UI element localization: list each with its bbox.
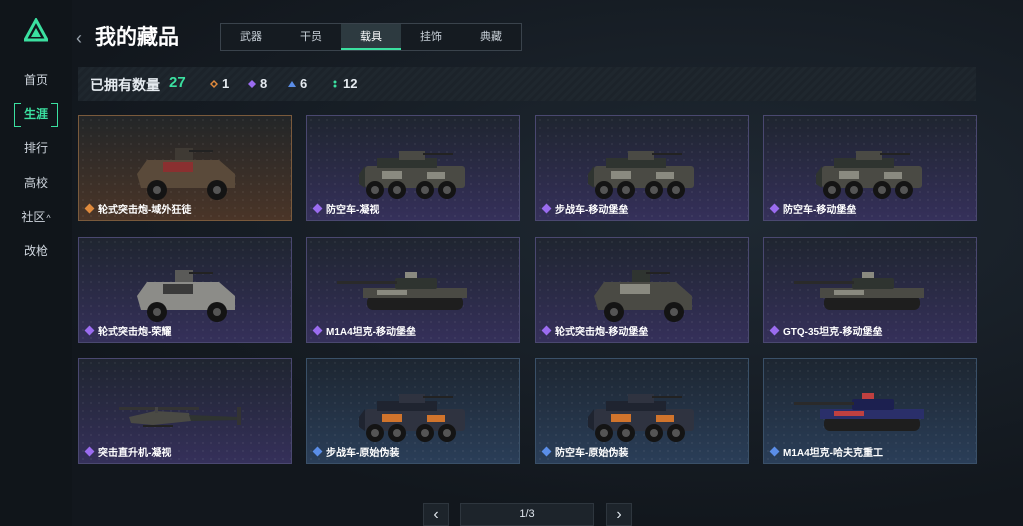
card-name-text: M1A4坦克-哈夫克重工 xyxy=(783,448,884,459)
card-name-text: 防空车-凝视 xyxy=(326,205,380,216)
logo-icon xyxy=(24,18,48,42)
card-name-text: 步战车-原始伪装 xyxy=(326,448,400,459)
card-name-text: 轮式突击炮-荣耀 xyxy=(98,327,172,338)
collection-card[interactable]: 轮式突击炮-移动堡垒 xyxy=(535,237,749,343)
tab-operators[interactable]: 干员 xyxy=(281,24,341,50)
collection-card[interactable]: GTQ-35坦克-移动堡垒 xyxy=(763,237,977,343)
card-name: 步战车-原始伪装 xyxy=(312,444,400,459)
card-name: 突击直升机-凝视 xyxy=(84,444,172,459)
collection-card[interactable]: 突击直升机-凝视 xyxy=(78,358,292,464)
card-name-text: GTQ-35坦克-移动堡垒 xyxy=(783,327,883,338)
blue-gem-icon xyxy=(312,446,323,457)
orange-gem-icon xyxy=(84,203,95,214)
card-name: GTQ-35坦克-移动堡垒 xyxy=(769,323,883,338)
rarity-purple-count: 8 xyxy=(248,76,267,91)
sidebar-item-home[interactable]: 首页 xyxy=(14,69,58,91)
card-name-text: 步战车-移动堡垒 xyxy=(555,205,629,216)
sidebar-item-label: 社区 xyxy=(21,210,46,224)
card-name: M1A4坦克-移动堡垒 xyxy=(312,323,417,338)
sidebar: 首页 生涯 排行 高校 社区^ 改枪 xyxy=(0,0,72,526)
purple-gem-icon xyxy=(84,446,95,457)
owned-count: 27 xyxy=(169,74,186,91)
rarity-count-text: 12 xyxy=(343,76,358,91)
collection-card[interactable]: 步战车-移动堡垒 xyxy=(535,115,749,221)
card-name: 轮式突击炮-域外狂徒 xyxy=(84,201,192,216)
collection-card[interactable]: M1A4坦克-哈夫克重工 xyxy=(763,358,977,464)
owned-label: 已拥有数量 xyxy=(90,77,160,93)
rarity-green-count: 12 xyxy=(331,76,357,91)
rarity-count-text: 1 xyxy=(222,76,230,91)
sidebar-item-ranking[interactable]: 排行 xyxy=(14,137,58,159)
card-name-text: 突击直升机-凝视 xyxy=(98,448,172,459)
collection-card[interactable]: 防空车-凝视 xyxy=(306,115,520,221)
orange-gem-icon xyxy=(210,79,218,88)
sidebar-item-career[interactable]: 生涯 xyxy=(14,103,58,127)
blue-gem-icon xyxy=(288,80,296,87)
rarity-blue-count: 6 xyxy=(288,76,307,91)
blue-gem-icon xyxy=(769,446,780,457)
rarity-orange-count: 1 xyxy=(210,76,229,91)
purple-gem-icon xyxy=(541,203,552,214)
rarity-count-text: 6 xyxy=(300,76,308,91)
purple-gem-icon xyxy=(541,325,552,336)
card-name-text: 防空车-原始伪装 xyxy=(555,448,629,459)
purple-gem-icon xyxy=(769,325,780,336)
collection-card[interactable]: 步战车-原始伪装 xyxy=(306,358,520,464)
sidebar-item-community[interactable]: 社区^ xyxy=(14,206,58,228)
green-gem-icon xyxy=(333,80,337,87)
collection-card[interactable]: 轮式突击炮-荣耀 xyxy=(78,237,292,343)
page-title: 我的藏品 xyxy=(95,26,179,49)
collection-card[interactable]: M1A4坦克-移动堡垒 xyxy=(306,237,520,343)
card-name-text: 轮式突击炮-域外狂徒 xyxy=(98,205,192,216)
card-name: 防空车-移动堡垒 xyxy=(769,201,857,216)
card-name-text: 防空车-移动堡垒 xyxy=(783,205,857,216)
tab-collection[interactable]: 典藏 xyxy=(461,24,521,50)
card-name-text: 轮式突击炮-移动堡垒 xyxy=(555,327,649,338)
card-name: 步战车-移动堡垒 xyxy=(541,201,629,216)
back-chevron-icon[interactable]: ‹ xyxy=(76,26,92,50)
owned-summary-bar: 已拥有数量 27 1 8 6 12 xyxy=(78,67,976,101)
purple-gem-icon xyxy=(84,325,95,336)
next-page-button[interactable]: › xyxy=(606,503,632,526)
tab-charms[interactable]: 挂饰 xyxy=(401,24,461,50)
card-name: M1A4坦克-哈夫克重工 xyxy=(769,444,884,459)
card-name-text: M1A4坦克-移动堡垒 xyxy=(326,327,417,338)
purple-gem-icon xyxy=(312,203,323,214)
page-indicator: 1/3 xyxy=(460,503,594,526)
card-name: 轮式突击炮-荣耀 xyxy=(84,323,172,338)
card-name: 防空车-凝视 xyxy=(312,201,380,216)
card-name: 轮式突击炮-移动堡垒 xyxy=(541,323,649,338)
purple-gem-icon xyxy=(312,325,323,336)
collection-card[interactable]: 防空车-移动堡垒 xyxy=(763,115,977,221)
category-tabs: 武器 干员 载具 挂饰 典藏 xyxy=(220,23,522,51)
rarity-count-text: 8 xyxy=(260,76,268,91)
collection-card[interactable]: 轮式突击炮-域外狂徒 xyxy=(78,115,292,221)
purple-gem-icon xyxy=(769,203,780,214)
tab-vehicles[interactable]: 载具 xyxy=(341,24,401,50)
collection-card[interactable]: 防空车-原始伪装 xyxy=(535,358,749,464)
purple-gem-icon xyxy=(248,79,256,88)
chevron-up-icon: ^ xyxy=(46,213,51,223)
sidebar-item-gunsmith[interactable]: 改枪 xyxy=(14,240,58,262)
sidebar-item-campus[interactable]: 高校 xyxy=(14,172,58,194)
prev-page-button[interactable]: ‹ xyxy=(423,503,449,526)
blue-gem-icon xyxy=(541,446,552,457)
card-name: 防空车-原始伪装 xyxy=(541,444,629,459)
tab-weapons[interactable]: 武器 xyxy=(221,24,281,50)
